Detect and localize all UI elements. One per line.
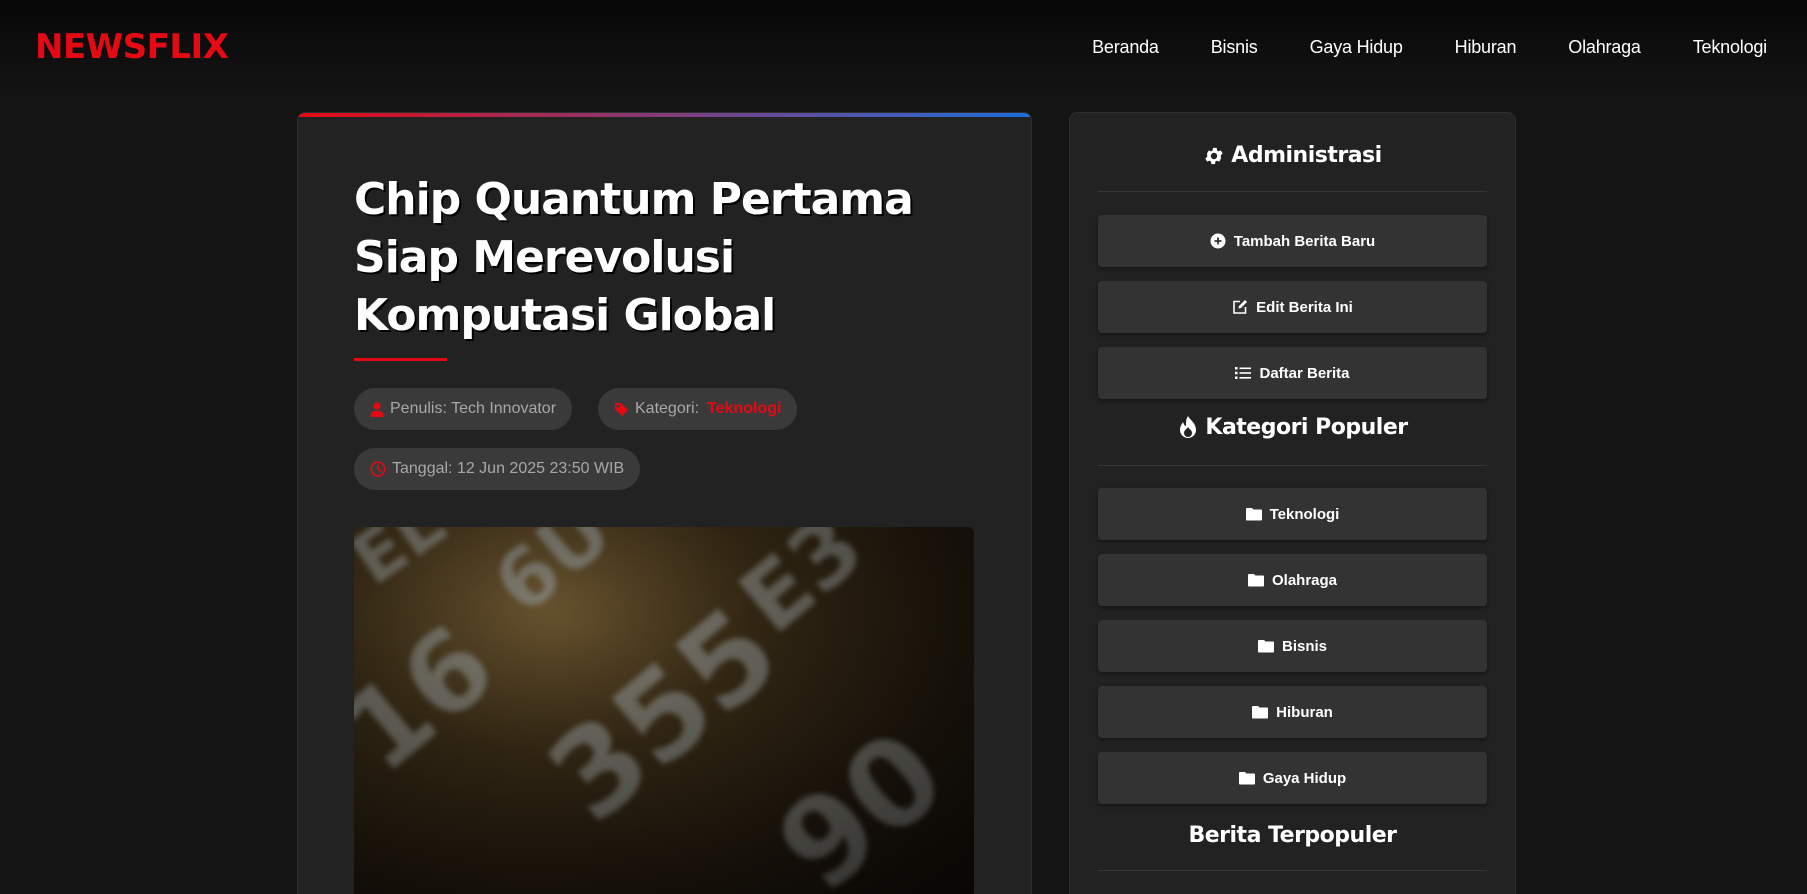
category-button-hiburan[interactable]: Hiburan	[1098, 686, 1487, 738]
nav-link-olahraga[interactable]: Olahraga	[1568, 37, 1641, 58]
category-button-bisnis[interactable]: Bisnis	[1098, 620, 1487, 672]
sidebar: Administrasi Tambah Berita Baru Edit Ber…	[1069, 112, 1516, 894]
folder-icon	[1245, 508, 1262, 521]
article-title: Chip Quantum Pertama Siap Merevolusi Kom…	[354, 174, 914, 341]
edit-news-label: Edit Berita Ini	[1256, 298, 1353, 316]
nav-link-beranda[interactable]: Beranda	[1092, 37, 1159, 58]
category-label: Hiburan	[1276, 703, 1333, 721]
add-news-label: Tambah Berita Baru	[1233, 232, 1376, 250]
category-button-gaya-hidup[interactable]: Gaya Hidup	[1098, 752, 1487, 804]
nav-link-gaya-hidup[interactable]: Gaya Hidup	[1310, 37, 1403, 58]
category-pill: Kategori: Teknologi	[598, 388, 798, 430]
folder-icon	[1252, 706, 1269, 719]
fire-icon	[1180, 415, 1197, 438]
folder-icon	[1247, 574, 1264, 587]
nav-link-bisnis[interactable]: Bisnis	[1211, 37, 1258, 58]
main-nav: Beranda Bisnis Gaya Hidup Hiburan Olahra…	[1040, 37, 1767, 58]
article-card: Chip Quantum Pertama Siap Merevolusi Kom…	[297, 112, 1032, 894]
list-icon	[1235, 367, 1252, 379]
folder-icon	[1238, 772, 1255, 785]
navbar: NEWSFLIX Beranda Bisnis Gaya Hidup Hibur…	[0, 0, 1807, 94]
nav-link-teknologi[interactable]: Teknologi	[1693, 37, 1767, 58]
nav-link-hiburan[interactable]: Hiburan	[1455, 37, 1517, 58]
divider	[1098, 870, 1487, 871]
edit-icon	[1233, 300, 1248, 314]
plus-circle-icon	[1210, 233, 1226, 249]
title-underline	[354, 358, 447, 361]
date-pill: Tanggal: 12 Jun 2025 23:50 WIB	[354, 448, 641, 490]
category-label: Bisnis	[1281, 637, 1327, 655]
category-label: Teknologi	[1269, 505, 1340, 523]
chip-photo: EL 6U E3 16 355 90	[354, 527, 974, 894]
category-label: Kategori:	[635, 400, 700, 417]
clock-icon	[370, 461, 386, 477]
category-link[interactable]: Teknologi	[707, 400, 781, 418]
date-text: Tanggal: 12 Jun 2025 23:50 WIB	[392, 460, 625, 477]
tag-icon	[615, 402, 628, 416]
divider	[1098, 465, 1487, 466]
divider	[1098, 191, 1487, 192]
brand-logo[interactable]: NEWSFLIX	[35, 27, 229, 67]
popular-news-heading: Berita Terpopuler	[1188, 823, 1397, 848]
category-label: Gaya Hidup	[1262, 769, 1347, 787]
article-accent-bar	[298, 113, 1031, 117]
add-news-button[interactable]: Tambah Berita Baru	[1098, 215, 1487, 267]
author-pill: Penulis: Tech Innovator	[354, 388, 573, 430]
news-list-label: Daftar Berita	[1259, 364, 1350, 382]
categories-heading-text: Kategori Populer	[1205, 415, 1408, 440]
category-button-olahraga[interactable]: Olahraga	[1098, 554, 1487, 606]
admin-heading-text: Administrasi	[1231, 143, 1382, 168]
admin-heading: Administrasi	[1098, 143, 1487, 168]
gear-icon	[1205, 147, 1224, 164]
article-image: EL 6U E3 16 355 90	[354, 527, 974, 894]
folder-icon	[1257, 640, 1274, 653]
author-text: Penulis: Tech Innovator	[390, 400, 557, 417]
news-list-button[interactable]: Daftar Berita	[1098, 347, 1487, 399]
edit-news-button[interactable]: Edit Berita Ini	[1098, 281, 1487, 333]
user-icon	[370, 401, 384, 417]
category-button-teknologi[interactable]: Teknologi	[1098, 488, 1487, 540]
categories-heading: Kategori Populer	[1098, 415, 1487, 440]
category-label: Olahraga	[1271, 571, 1338, 589]
